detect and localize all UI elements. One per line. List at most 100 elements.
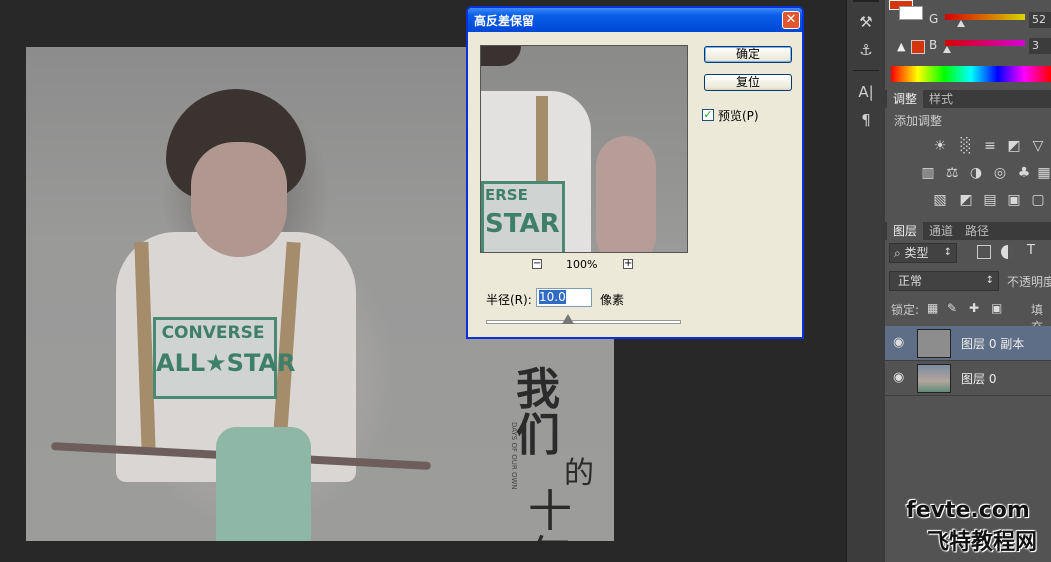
invert-icon[interactable]: ▧ bbox=[931, 192, 949, 208]
gamut-color-swatch[interactable] bbox=[911, 40, 925, 54]
adjust-icon[interactable]: ⚓ bbox=[855, 40, 877, 60]
radius-value: 10.0 bbox=[539, 290, 566, 304]
calligraphy-subtitle: DAYS OF OUR OWN bbox=[510, 422, 518, 490]
dialog-titlebar[interactable]: 高反差保留 ✕ bbox=[468, 8, 802, 32]
calligraphy-title: 我们 的 十 年 bbox=[516, 364, 596, 542]
visibility-eye-icon[interactable]: ◉ bbox=[893, 335, 904, 350]
preview-checkbox[interactable]: ✓ bbox=[702, 109, 714, 121]
layers-tabbar: 图层 通道 路径 bbox=[885, 222, 1051, 240]
hue-saturation-icon[interactable]: ▥ bbox=[919, 165, 937, 181]
color-spectrum-ramp[interactable] bbox=[891, 66, 1051, 82]
watermark-cjk: 飞特教程网 bbox=[926, 530, 1037, 555]
gradient-map-icon[interactable]: ▢ bbox=[1029, 192, 1047, 208]
zoom-out-button[interactable]: − bbox=[532, 259, 542, 269]
blend-mode-value: 正常 bbox=[898, 274, 923, 288]
tab-styles[interactable]: 样式 bbox=[923, 90, 959, 108]
close-button[interactable]: ✕ bbox=[782, 11, 800, 29]
high-pass-dialog: 高反差保留 ✕ ERSE STAR − 100% + 确定 复位 ✓ 预览(P)… bbox=[466, 6, 804, 339]
radius-input[interactable]: 10.0 bbox=[536, 288, 592, 307]
tab-paths[interactable]: 路径 bbox=[959, 222, 995, 240]
posterize-icon[interactable]: ◩ bbox=[957, 192, 975, 208]
dialog-title: 高反差保留 bbox=[474, 14, 535, 28]
lock-all-icon[interactable]: ▣ bbox=[991, 301, 1002, 315]
chevron-updown-icon: ↕ bbox=[943, 247, 952, 258]
background-color-swatch[interactable] bbox=[899, 6, 923, 20]
chevron-updown-icon: ↕ bbox=[985, 275, 994, 286]
filter-preview[interactable]: ERSE STAR bbox=[480, 45, 688, 253]
b-channel-slider[interactable] bbox=[945, 40, 1025, 46]
layer-row[interactable]: ◉ 图层 0 bbox=[885, 361, 1051, 396]
type-filter-icon[interactable]: T bbox=[1027, 243, 1035, 258]
photo-face bbox=[191, 142, 287, 257]
lock-label: 锁定: bbox=[891, 303, 920, 317]
lock-transparent-icon[interactable]: ▦ bbox=[927, 301, 938, 315]
exposure-icon[interactable]: ◩ bbox=[1005, 138, 1023, 154]
watermark-latin: fevte.com bbox=[906, 498, 1030, 523]
g-channel-value[interactable]: 52 bbox=[1029, 12, 1051, 28]
blend-mode-select[interactable]: 正常 ↕ bbox=[889, 271, 999, 291]
layer-filter-select[interactable]: ⌕ 类型 ↕ bbox=[889, 243, 957, 263]
pixel-filter-icon[interactable] bbox=[977, 245, 991, 259]
ok-button[interactable]: 确定 bbox=[704, 46, 792, 63]
b-channel-label: B bbox=[929, 38, 938, 52]
opacity-label: 不透明度 bbox=[1007, 275, 1051, 289]
radius-unit: 像素 bbox=[600, 293, 625, 307]
curves-icon[interactable]: ≡ bbox=[981, 138, 999, 154]
layer-name[interactable]: 图层 0 bbox=[961, 370, 996, 387]
zoom-in-button[interactable]: + bbox=[623, 259, 633, 269]
visibility-eye-icon[interactable]: ◉ bbox=[893, 370, 904, 385]
color-balance-icon[interactable]: ⚖ bbox=[943, 165, 961, 181]
calligraphy-line-2: 的 bbox=[564, 456, 594, 491]
lock-pixels-icon[interactable]: ✎ bbox=[947, 301, 957, 315]
radius-label: 半径(R): bbox=[486, 293, 532, 307]
g-channel-label: G bbox=[929, 12, 939, 26]
strip-divider bbox=[853, 0, 879, 2]
add-adjustment-label: 添加调整 bbox=[894, 114, 943, 128]
tab-adjustments[interactable]: 调整 bbox=[887, 90, 924, 108]
layer-filter-label: ⌕ 类型 bbox=[894, 246, 929, 260]
channel-mixer-icon[interactable]: ♣ bbox=[1015, 165, 1033, 181]
history-brush-icon[interactable]: ⚒ bbox=[855, 12, 877, 32]
preview-checkbox-label[interactable]: 预览(P) bbox=[718, 107, 759, 124]
adjustment-filter-icon[interactable] bbox=[1001, 245, 1015, 259]
b-slider-thumb[interactable] bbox=[943, 46, 951, 53]
selective-color-icon[interactable]: ▣ bbox=[1005, 192, 1023, 208]
layer-thumbnail bbox=[917, 364, 951, 393]
g-slider-thumb[interactable] bbox=[957, 20, 965, 27]
brightness-icon[interactable]: ☀ bbox=[931, 138, 949, 154]
layer-thumbnail bbox=[917, 329, 951, 358]
warning-icon: ▲ bbox=[897, 40, 906, 53]
bike-basket bbox=[216, 427, 311, 541]
character-icon[interactable]: A| bbox=[855, 82, 877, 102]
panel-tool-strip: ⚒ ⚓ A| ¶ bbox=[846, 0, 886, 562]
levels-icon[interactable]: ░ bbox=[957, 138, 975, 154]
lock-position-icon[interactable]: ✚ bbox=[969, 301, 979, 315]
calligraphy-line-1: 我们 bbox=[516, 364, 560, 461]
preview-logo-line2: STAR bbox=[485, 209, 560, 239]
threshold-icon[interactable]: ▤ bbox=[981, 192, 999, 208]
preview-hair bbox=[481, 46, 521, 66]
radius-slider-thumb[interactable] bbox=[561, 314, 574, 324]
paragraph-icon[interactable]: ¶ bbox=[855, 110, 877, 130]
zoom-level: 100% bbox=[566, 258, 598, 271]
radius-slider-track[interactable] bbox=[486, 320, 681, 324]
tab-channels[interactable]: 通道 bbox=[923, 222, 959, 240]
layer-row[interactable]: ◉ 图层 0 副本 bbox=[885, 326, 1051, 361]
tab-layers[interactable]: 图层 bbox=[887, 222, 924, 240]
preview-arm bbox=[596, 136, 656, 252]
calligraphy-line-4: 年 bbox=[516, 535, 596, 542]
b-channel-value[interactable]: 3 bbox=[1029, 38, 1051, 54]
black-white-icon[interactable]: ◑ bbox=[967, 165, 985, 181]
photo-filter-icon[interactable]: ◎ bbox=[991, 165, 1009, 181]
vibrance-icon[interactable]: ▽ bbox=[1029, 138, 1047, 154]
calligraphy-line-3: 十 bbox=[528, 486, 572, 537]
shirt-logo-line1: CONVERSE bbox=[161, 323, 265, 343]
shirt-logo-line2: ALL★STAR bbox=[156, 349, 296, 377]
right-panels: G 52 ▲ B 3 调整 样式 添加调整 ☀ ░ ≡ ◩ ▽ ▥ ⚖ ◑ ◎ … bbox=[885, 0, 1051, 562]
strip-divider bbox=[853, 70, 879, 71]
preview-logo-line1: ERSE bbox=[485, 186, 528, 204]
layer-name[interactable]: 图层 0 副本 bbox=[961, 335, 1024, 352]
adjustments-tabbar: 调整 样式 bbox=[885, 90, 1051, 108]
reset-button[interactable]: 复位 bbox=[704, 74, 792, 91]
color-lookup-icon[interactable]: ▦ bbox=[1035, 165, 1051, 181]
